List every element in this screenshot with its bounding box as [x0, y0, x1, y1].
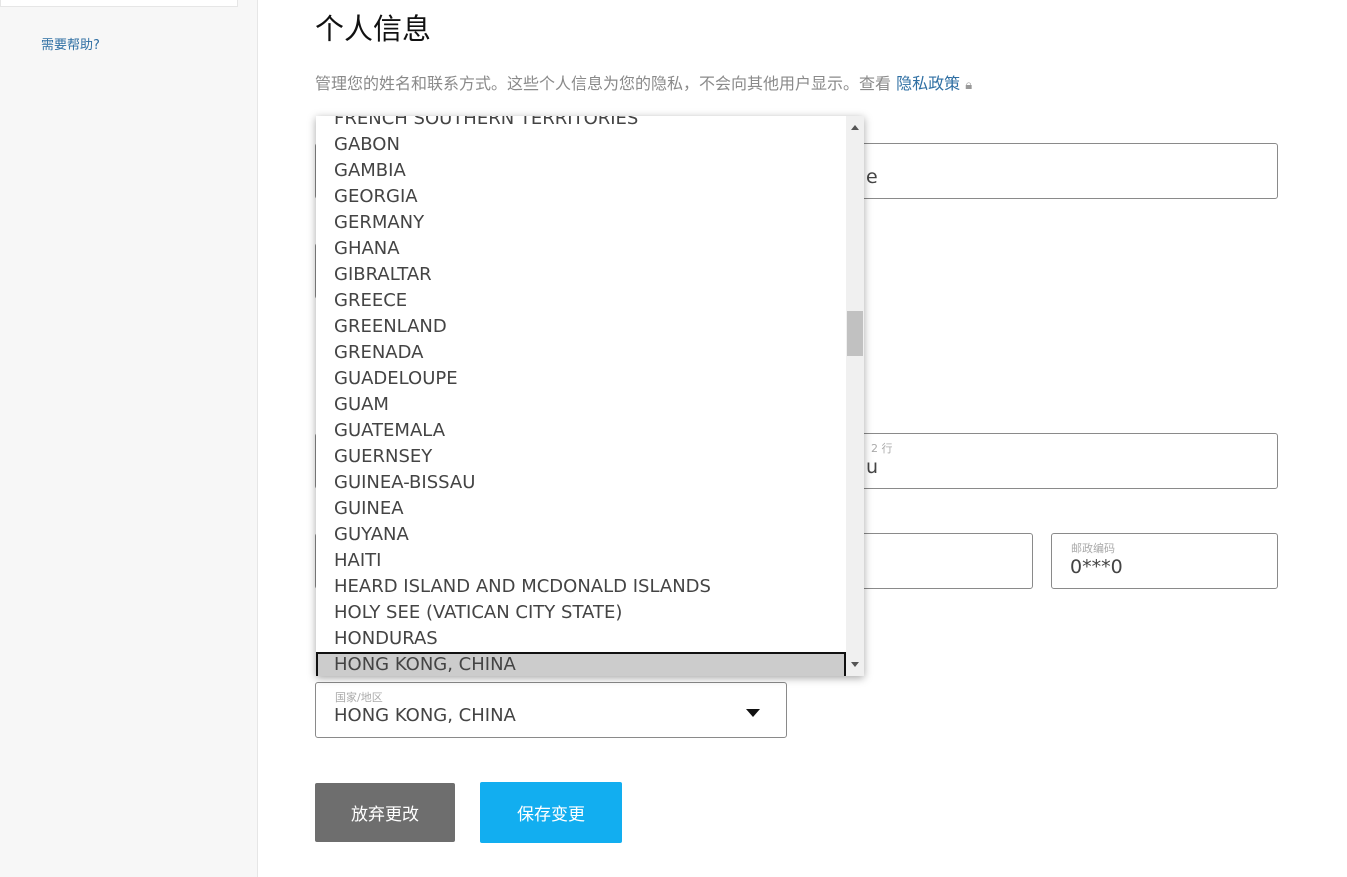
dropdown-option[interactable]: FRENCH SOUTHERN TERRITORIES [316, 116, 846, 132]
scroll-down-arrow-icon[interactable] [851, 662, 859, 667]
postal-code-label: 邮政编码 [1071, 540, 1115, 556]
dropdown-option[interactable]: GUADELOUPE [316, 366, 846, 392]
lock-icon: 🔒︎ [965, 78, 972, 93]
country-dropdown-list[interactable]: FRENCH SOUTHERN TERRITORIESGABONGAMBIAGE… [316, 116, 864, 676]
scroll-up-arrow-icon[interactable] [851, 125, 859, 130]
scrollbar-thumb[interactable] [847, 311, 863, 356]
save-changes-button[interactable]: 保存变更 [480, 782, 622, 843]
dropdown-option[interactable]: HOLY SEE (VATICAN CITY STATE) [316, 600, 846, 626]
scrollbar[interactable] [846, 116, 864, 676]
dropdown-option[interactable]: GUERNSEY [316, 444, 846, 470]
sidebar-top-box [0, 0, 238, 7]
dropdown-options: FRENCH SOUTHERN TERRITORIESGABONGAMBIAGE… [316, 116, 846, 676]
dropdown-option[interactable]: GUATEMALA [316, 418, 846, 444]
dropdown-option[interactable]: GUYANA [316, 522, 846, 548]
privacy-policy-link[interactable]: 隐私政策 [896, 74, 960, 93]
dropdown-option[interactable]: GUINEA [316, 496, 846, 522]
dropdown-option[interactable]: HEARD ISLAND AND MCDONALD ISLANDS [316, 574, 846, 600]
dropdown-option[interactable]: GEORGIA [316, 184, 846, 210]
dropdown-option[interactable]: HONDURAS [316, 626, 846, 652]
help-link[interactable]: 需要帮助? [41, 34, 100, 53]
dropdown-option[interactable]: GREECE [316, 288, 846, 314]
dropdown-option[interactable]: GHANA [316, 236, 846, 262]
country-select[interactable]: 国家/地区HONG KONG, CHINA [315, 682, 787, 738]
dropdown-option[interactable]: HONG KONG, CHINA [316, 652, 846, 676]
country-value: HONG KONG, CHINA [334, 705, 516, 726]
postal-code-value: 0***0 [1070, 556, 1123, 578]
page-title: 个人信息 [315, 6, 431, 48]
address-line2-label: 2 行 [871, 440, 893, 456]
dropdown-option[interactable]: HAITI [316, 548, 846, 574]
postal-code-field[interactable]: 邮政编码0***0 [1051, 533, 1278, 589]
sidebar: 需要帮助? [0, 0, 258, 877]
country-label: 国家/地区 [335, 689, 383, 705]
page-description: 管理您的姓名和联系方式。这些个人信息为您的隐私，不会向其他用户显示。查看 隐私政… [315, 70, 972, 94]
dropdown-option[interactable]: GUINEA-BISSAU [316, 470, 846, 496]
dropdown-option[interactable]: GIBRALTAR [316, 262, 846, 288]
description-text: 管理您的姓名和联系方式。这些个人信息为您的隐私，不会向其他用户显示。查看 [315, 74, 896, 93]
dropdown-option[interactable]: GRENADA [316, 340, 846, 366]
dropdown-option[interactable]: GABON [316, 132, 846, 158]
dropdown-option[interactable]: GERMANY [316, 210, 846, 236]
dropdown-option[interactable]: GAMBIA [316, 158, 846, 184]
chevron-down-icon [746, 709, 760, 717]
dropdown-option[interactable]: GUAM [316, 392, 846, 418]
name-value: e [866, 166, 878, 188]
address-line2-value: u [866, 456, 878, 478]
dropdown-option[interactable]: GREENLAND [316, 314, 846, 340]
discard-changes-button[interactable]: 放弃更改 [315, 783, 455, 842]
